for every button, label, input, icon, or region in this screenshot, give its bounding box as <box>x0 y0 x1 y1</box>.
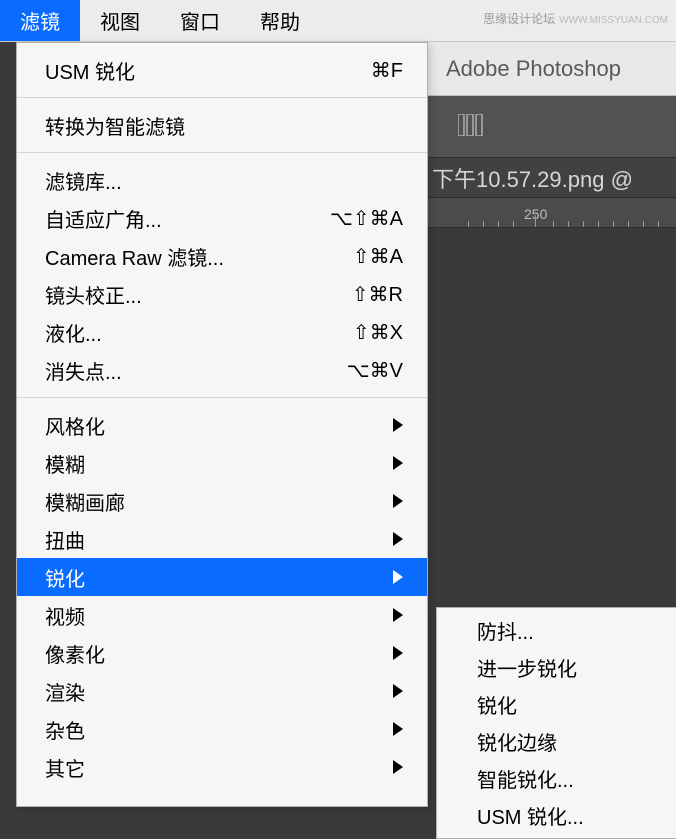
submenu-item-sharpen-more[interactable]: 进一步锐化 <box>437 649 676 686</box>
toolbar <box>428 96 676 158</box>
menu-item-camera-raw[interactable]: Camera Raw 滤镜... ⇧⌘A <box>17 237 427 275</box>
filter-menu-dropdown: USM 锐化 ⌘F 转换为智能滤镜 滤镜库... 自适应广角... ⌥⇧⌘A C… <box>16 42 428 807</box>
menu-view[interactable]: 视图 <box>80 0 160 41</box>
chevron-right-icon <box>391 456 403 470</box>
menu-item-distort[interactable]: 扭曲 <box>17 520 427 558</box>
document-tab[interactable]: 下午10.57.29.png @ <box>428 158 676 198</box>
menu-separator <box>17 152 427 153</box>
menu-window[interactable]: 窗口 <box>160 0 240 41</box>
chevron-right-icon <box>391 760 403 774</box>
menu-item-filter-gallery[interactable]: 滤镜库... <box>17 161 427 199</box>
app-title: Adobe Photoshop <box>446 56 621 82</box>
submenu-item-sharpen[interactable]: 锐化 <box>437 686 676 723</box>
menu-item-video[interactable]: 视频 <box>17 596 427 634</box>
submenu-item-shake-reduction[interactable]: 防抖... <box>437 612 676 649</box>
chevron-right-icon <box>391 608 403 622</box>
menu-item-liquify[interactable]: 液化... ⇧⌘X <box>17 313 427 351</box>
chevron-right-icon <box>391 532 403 546</box>
menu-filter[interactable]: 滤镜 <box>0 0 80 41</box>
chevron-right-icon <box>391 494 403 508</box>
menu-item-lens-correction[interactable]: 镜头校正... ⇧⌘R <box>17 275 427 313</box>
menu-item-render[interactable]: 渲染 <box>17 672 427 710</box>
watermark: 思缘设计论坛WWW.MISSYUAN.COM <box>483 10 668 27</box>
chevron-right-icon <box>391 646 403 660</box>
app-title-bar: Adobe Photoshop <box>428 42 676 96</box>
submenu-item-smart-sharpen[interactable]: 智能锐化... <box>437 760 676 797</box>
chevron-right-icon <box>391 684 403 698</box>
menu-item-vanishing-point[interactable]: 消失点... ⌥⌘V <box>17 351 427 389</box>
panel-layout-icon[interactable] <box>458 114 484 140</box>
menu-item-smart-filter[interactable]: 转换为智能滤镜 <box>17 106 427 144</box>
menu-item-sharpen[interactable]: 锐化 <box>17 558 427 596</box>
menu-item-noise[interactable]: 杂色 <box>17 710 427 748</box>
menu-item-adaptive-wide-angle[interactable]: 自适应广角... ⌥⇧⌘A <box>17 199 427 237</box>
menu-separator <box>17 97 427 98</box>
menu-item-other[interactable]: 其它 <box>17 748 427 786</box>
document-title: 下午10.57.29.png @ <box>432 162 633 194</box>
menu-item-stylize[interactable]: 风格化 <box>17 406 427 444</box>
sharpen-submenu: 防抖... 进一步锐化 锐化 锐化边缘 智能锐化... USM 锐化... <box>436 607 676 839</box>
chevron-right-icon <box>391 418 403 432</box>
chevron-right-icon <box>391 722 403 736</box>
menu-item-usm-sharpen[interactable]: USM 锐化 ⌘F <box>17 51 427 89</box>
menu-help[interactable]: 帮助 <box>240 0 320 41</box>
submenu-item-usm-sharpen[interactable]: USM 锐化... <box>437 797 676 834</box>
menu-item-blur-gallery[interactable]: 模糊画廊 <box>17 482 427 520</box>
menu-separator <box>17 397 427 398</box>
menu-item-blur[interactable]: 模糊 <box>17 444 427 482</box>
menubar: 滤镜 视图 窗口 帮助 思缘设计论坛WWW.MISSYUAN.COM <box>0 0 676 42</box>
submenu-item-sharpen-edges[interactable]: 锐化边缘 <box>437 723 676 760</box>
menu-item-pixelate[interactable]: 像素化 <box>17 634 427 672</box>
chevron-right-icon <box>391 570 403 584</box>
ruler-horizontal: 250 <box>428 198 676 228</box>
